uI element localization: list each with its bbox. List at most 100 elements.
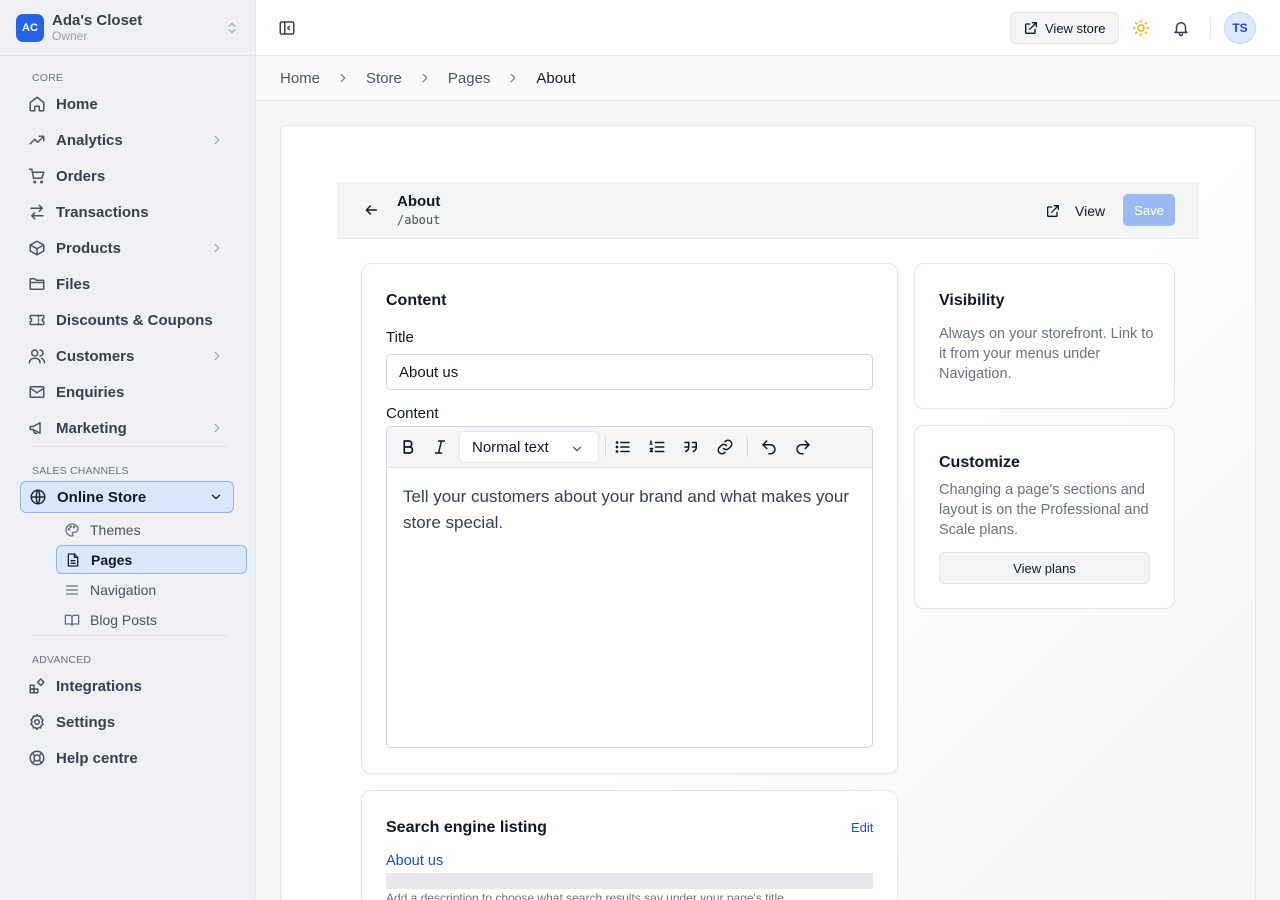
bell-icon[interactable] — [1172, 19, 1190, 37]
store-role: Owner — [52, 28, 88, 43]
sidebar-item-marketing[interactable]: Marketing — [20, 412, 234, 444]
numbered-list-icon[interactable] — [648, 438, 666, 456]
breadcrumb: Home Store Pages About — [256, 56, 1280, 101]
sidebar: AC Ada's Closet Owner CORE Home Analytic… — [0, 0, 256, 900]
sidebar-item-customers[interactable]: Customers — [20, 340, 234, 372]
bullet-list-icon[interactable] — [614, 438, 632, 456]
trending-up-icon — [28, 131, 46, 149]
seo-edit-link[interactable]: Edit — [851, 820, 873, 835]
seo-card: Search engine listing Edit About us Add … — [361, 790, 898, 900]
sidebar-item-online-store[interactable]: Online Store — [20, 481, 234, 513]
breadcrumb-store[interactable]: Store — [366, 70, 402, 87]
palette-icon — [64, 522, 80, 538]
view-label: View — [1075, 203, 1106, 219]
arrow-left-icon[interactable] — [363, 202, 379, 218]
gear-icon — [28, 713, 46, 731]
sidebar-item-label: Integrations — [56, 677, 142, 695]
breadcrumb-current: About — [536, 69, 576, 87]
link-icon[interactable] — [716, 438, 734, 456]
file-icon — [65, 552, 81, 568]
format-select-value: Normal text — [472, 438, 549, 456]
rich-text-editor[interactable]: Normal text Tell your customers about yo… — [386, 426, 873, 748]
page-header: About /about View Save — [337, 182, 1199, 239]
breadcrumb-home[interactable]: Home — [280, 70, 320, 87]
sidebar-item-transactions[interactable]: Transactions — [20, 196, 234, 228]
external-link-icon — [1023, 20, 1045, 36]
content-label: Content — [386, 405, 439, 422]
sidebar-subitem-label: Blog Posts — [90, 611, 157, 628]
chevron-right-icon — [210, 241, 224, 255]
content-card: Content Title About us Content Normal te… — [361, 263, 898, 774]
visibility-card: Visibility Always on your storefront. Li… — [914, 263, 1175, 409]
chevron-down-icon — [209, 490, 223, 504]
seo-card-title: Search engine listing — [386, 819, 547, 836]
topbar-divider — [1210, 17, 1211, 39]
store-switcher[interactable]: AC Ada's Closet Owner — [0, 0, 255, 56]
sidebar-item-orders[interactable]: Orders — [20, 160, 234, 192]
sidebar-item-help-centre[interactable]: Help centre — [20, 742, 234, 774]
store-name: Ada's Closet — [52, 11, 143, 29]
sidebar-subitem-label: Themes — [90, 521, 141, 538]
sidebar-divider — [32, 446, 227, 447]
megaphone-icon — [28, 419, 46, 437]
sidebar-item-integrations[interactable]: Integrations — [20, 670, 234, 702]
title-input[interactable]: About us — [386, 354, 873, 390]
customize-card: Customize Changing a page's sections and… — [914, 425, 1175, 609]
redo-icon[interactable] — [794, 438, 812, 456]
menu-icon — [64, 582, 80, 598]
seo-description-hint: Add a description to choose what search … — [386, 891, 788, 900]
bold-icon[interactable] — [399, 438, 417, 456]
quote-icon[interactable] — [682, 438, 700, 456]
sidebar-item-label: Discounts & Coupons — [56, 311, 213, 329]
sidebar-subitem-pages[interactable]: Pages — [56, 545, 247, 574]
italic-icon[interactable] — [431, 438, 449, 456]
content-card-title: Content — [386, 292, 447, 309]
sidebar-divider — [32, 635, 227, 636]
sun-icon[interactable] — [1132, 19, 1150, 37]
sidebar-item-enquiries[interactable]: Enquiries — [20, 376, 234, 408]
ticket-icon — [28, 311, 46, 329]
chevron-right-icon — [210, 133, 224, 147]
user-avatar[interactable]: TS — [1224, 12, 1256, 44]
external-link-icon — [1045, 203, 1075, 219]
sidebar-item-settings[interactable]: Settings — [20, 706, 234, 738]
store-info: Ada's Closet Owner — [52, 12, 225, 44]
view-store-button[interactable]: View store — [1010, 12, 1119, 44]
sidebar-item-home[interactable]: Home — [20, 88, 234, 120]
sidebar-item-analytics[interactable]: Analytics — [20, 124, 234, 156]
sidebar-item-label: Files — [56, 275, 91, 293]
chevron-updown-icon — [225, 21, 239, 35]
sidebar-item-files[interactable]: Files — [20, 268, 234, 300]
section-label-advanced: ADVANCED — [32, 654, 92, 666]
chevron-right-icon — [210, 349, 224, 363]
seo-url-placeholder — [386, 873, 873, 889]
sidebar-subitem-blog-posts[interactable]: Blog Posts — [56, 605, 247, 634]
box-icon — [28, 239, 46, 257]
sidebar-item-discounts[interactable]: Discounts & Coupons — [20, 304, 234, 336]
editor-body[interactable]: Tell your customers about your brand and… — [403, 484, 863, 536]
store-avatar: AC — [16, 13, 44, 42]
puzzle-icon — [28, 677, 46, 695]
breadcrumb-pages[interactable]: Pages — [448, 70, 491, 87]
sidebar-toggle-icon[interactable] — [278, 19, 296, 37]
sidebar-subitem-label: Pages — [91, 551, 133, 568]
cart-icon — [28, 167, 46, 185]
editor-toolbar: Normal text — [387, 427, 872, 468]
sidebar-item-products[interactable]: Products — [20, 232, 234, 264]
users-icon — [28, 347, 46, 365]
chevron-right-icon — [210, 421, 224, 435]
view-plans-button[interactable]: View plans — [939, 552, 1150, 584]
page-slug: /about — [397, 213, 441, 227]
undo-icon[interactable] — [760, 438, 778, 456]
format-select[interactable]: Normal text — [459, 431, 599, 463]
sidebar-item-label: Orders — [56, 167, 106, 185]
sidebar-subitem-navigation[interactable]: Navigation — [56, 575, 247, 604]
sidebar-subitem-themes[interactable]: Themes — [56, 515, 247, 544]
sidebar-item-label: Settings — [56, 713, 116, 731]
sidebar-item-label: Marketing — [56, 419, 127, 437]
sidebar-item-label: Products — [56, 239, 122, 257]
section-label-sales: SALES CHANNELS — [32, 465, 129, 477]
home-icon — [28, 95, 46, 113]
view-page-button[interactable]: View — [1045, 196, 1105, 226]
save-button[interactable]: Save — [1123, 194, 1175, 226]
